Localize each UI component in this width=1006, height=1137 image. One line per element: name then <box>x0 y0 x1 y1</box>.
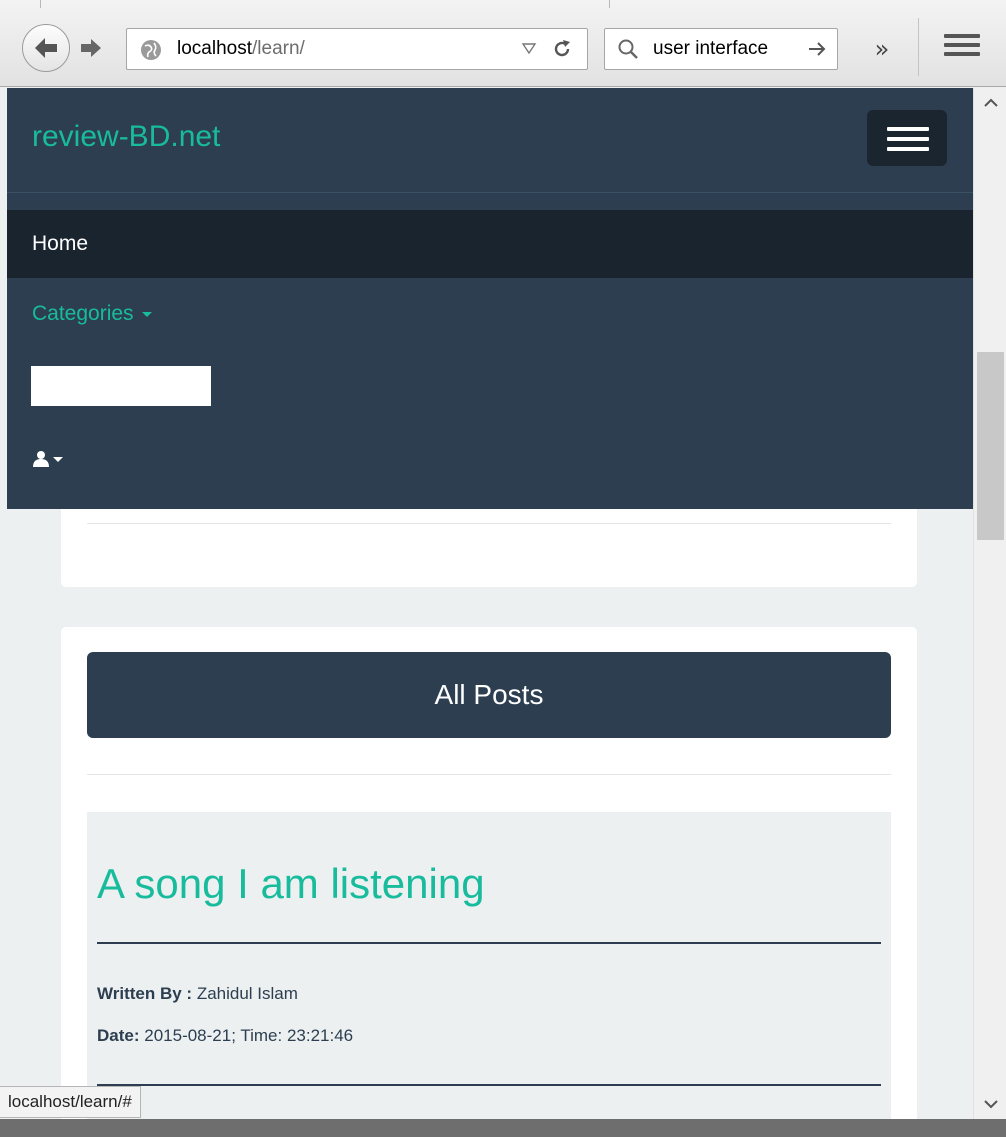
search-input[interactable]: user interface <box>653 38 768 60</box>
search-bar[interactable]: user interface <box>604 28 838 70</box>
brand-link[interactable]: review-BD.net <box>32 120 220 154</box>
nav-item-categories-label: Categories <box>32 302 134 325</box>
post-author-label: Written By : <box>97 984 193 1003</box>
navbar-toggle-button[interactable] <box>867 110 947 166</box>
nav-item-home-label: Home <box>32 232 89 255</box>
nav-item-home[interactable]: Home <box>7 210 973 278</box>
window-bottom-edge <box>0 1119 1006 1137</box>
site-navbar: review-BD.net Home Categories <box>7 88 973 509</box>
arrow-right-icon[interactable] <box>807 39 827 59</box>
post-author: Written By : Zahidul Islam <box>97 984 298 1004</box>
navbar-search-input[interactable] <box>31 366 211 406</box>
post-date-value: 2015-08-21; Time: 23:21:46 <box>144 1026 354 1045</box>
scroll-up-arrow-icon[interactable] <box>974 88 1006 118</box>
dropdown-triangle-icon[interactable] <box>521 40 537 56</box>
panel-divider <box>87 523 891 524</box>
top-panel <box>61 509 917 587</box>
toolbar-separator <box>918 18 919 76</box>
all-posts-header: All Posts <box>87 652 891 738</box>
back-button[interactable] <box>22 24 70 72</box>
post-author-name: Zahidul Islam <box>196 984 298 1003</box>
overflow-chevron-button[interactable]: » <box>862 30 902 68</box>
post-divider <box>97 1084 881 1086</box>
vertical-scrollbar[interactable] <box>973 88 1006 1119</box>
browser-toolbar: localhost/learn/ user interface » <box>0 0 1006 87</box>
post-divider <box>97 942 881 944</box>
post-date-label: Date: <box>97 1026 140 1045</box>
posts-panel: All Posts A song I am listening Written … <box>61 627 917 1119</box>
post-date: Date: 2015-08-21; Time: 23:21:46 <box>97 1026 353 1046</box>
caret-down-icon <box>141 311 152 317</box>
globe-icon <box>141 40 161 60</box>
tab-strip <box>40 0 610 8</box>
url-path: /learn/ <box>252 38 305 59</box>
forward-arrow-icon <box>81 39 101 57</box>
reload-icon[interactable] <box>551 38 573 60</box>
panel-divider <box>87 774 891 775</box>
user-dropdown[interactable] <box>32 450 63 468</box>
url-host: localhost <box>177 38 252 59</box>
hamburger-menu-icon[interactable] <box>944 34 980 64</box>
search-icon <box>618 39 638 59</box>
back-arrow-icon <box>35 38 57 58</box>
nav-item-categories[interactable]: Categories <box>32 302 152 326</box>
navbar-divider <box>7 192 973 193</box>
caret-down-icon <box>53 456 63 462</box>
post-card: A song I am listening Written By : Zahid… <box>87 812 891 1119</box>
forward-button[interactable] <box>76 32 106 64</box>
status-bar-url: localhost/learn/# <box>0 1086 141 1118</box>
scroll-down-arrow-icon[interactable] <box>974 1089 1006 1119</box>
post-title-link[interactable]: A song I am listening <box>97 860 485 908</box>
scroll-thumb[interactable] <box>977 352 1004 540</box>
url-text: localhost/learn/ <box>177 38 305 60</box>
user-icon <box>33 451 49 467</box>
address-bar[interactable]: localhost/learn/ <box>126 28 588 70</box>
